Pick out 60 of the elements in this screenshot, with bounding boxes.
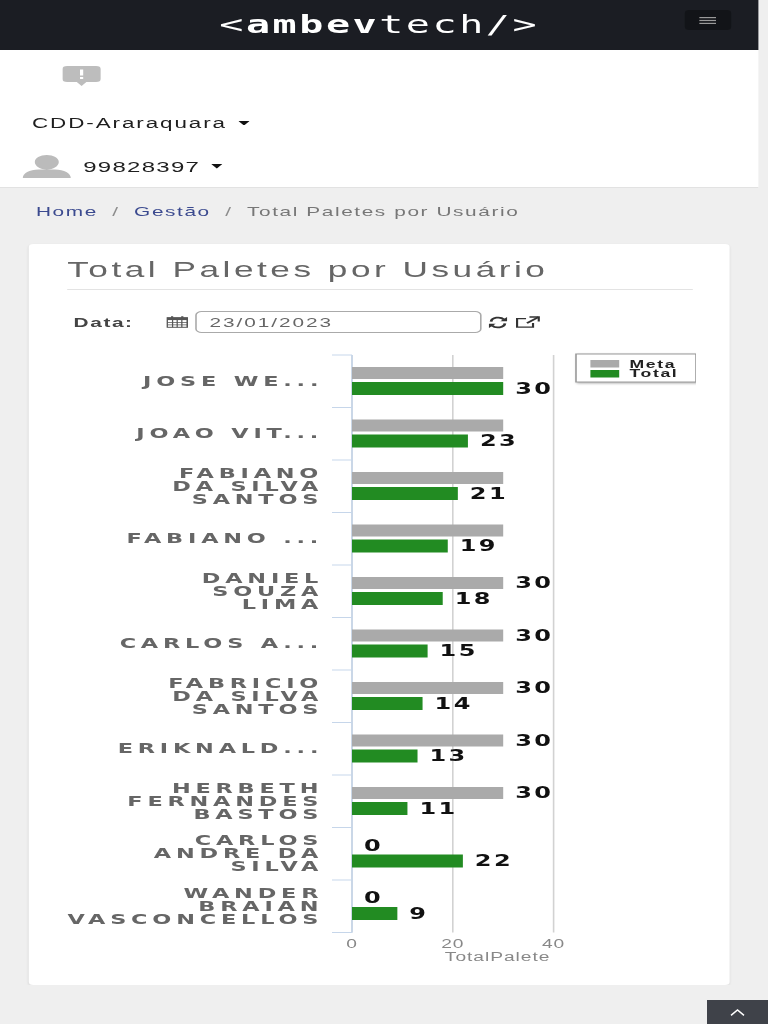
category-label: JOSE WE... — [143, 374, 324, 388]
breadcrumb-link[interactable]: Home — [36, 204, 98, 220]
value-label: 9 — [409, 904, 429, 923]
category-label: FABIANO ... — [126, 532, 324, 546]
category-label: FABIANO DA SILVA SANTOS — [172, 466, 324, 506]
axis-tick-label: 20 — [441, 937, 465, 951]
axis-tick-label: 0 — [346, 937, 358, 951]
date-field[interactable]: 23/01/2023 — [195, 311, 482, 333]
category-label: CARLOS A... — [119, 637, 324, 651]
value-label: 21 — [469, 484, 509, 503]
category-label: DANIEL SOUZA LIMA — [201, 571, 324, 611]
user-silhouette-icon — [20, 155, 72, 178]
menu-button[interactable] — [684, 10, 732, 30]
axis-title: TotalPalete — [444, 950, 551, 964]
axis-tick-label: 40 — [542, 937, 566, 951]
value-label: 23 — [479, 432, 519, 450]
category-label: FABRICIO DA SILVA SANTOS — [168, 676, 324, 716]
caret-icon — [211, 164, 223, 169]
value-label: 15 — [439, 642, 478, 660]
value-label: 18 — [454, 589, 493, 608]
total-bar — [352, 749, 418, 763]
menu-icon — [699, 16, 716, 24]
value-label: 19 — [459, 537, 498, 555]
value-label: 0 — [364, 889, 384, 907]
value-label: 30 — [515, 784, 554, 802]
value-label: 13 — [429, 747, 468, 765]
refresh-icon[interactable] — [488, 315, 508, 329]
value-label: 30 — [515, 731, 554, 750]
legend-label: Meta — [629, 357, 677, 370]
breadcrumb-current: Total Paletes por Usuário — [247, 204, 520, 220]
category-label: JOAO VIT... — [136, 427, 324, 441]
external-link-icon[interactable] — [515, 316, 540, 328]
location-dropdown[interactable]: CDD-Araraquara — [32, 113, 250, 133]
category-label: WANDER BRAIAN VASCONCELLOS — [67, 886, 324, 926]
value-label: 30 — [515, 574, 554, 592]
chevron-up-icon — [730, 1008, 745, 1016]
date-label: Data: — [73, 314, 135, 330]
legend-label: Total — [629, 367, 679, 380]
category-label: CARLOS ANDRE DA SILVA — [153, 834, 324, 874]
category-label: HERBETH FERNANDES BASTOS — [127, 781, 324, 821]
total-bar — [352, 697, 423, 710]
breadcrumb-separator: / — [224, 204, 234, 220]
value-label: 30 — [515, 626, 554, 645]
value-label: 11 — [419, 799, 458, 818]
value-label: 0 — [364, 836, 384, 855]
category-label: ERIKNALD... — [117, 742, 324, 756]
total-bar — [352, 907, 398, 920]
value-label: 30 — [515, 379, 554, 398]
back-to-top-button[interactable] — [707, 1000, 768, 1024]
value-label: 22 — [474, 852, 514, 870]
value-label: 30 — [515, 679, 554, 697]
caret-icon — [238, 120, 250, 126]
panel-title: Total Paletes por Usuário — [67, 257, 550, 283]
value-label: 14 — [434, 694, 473, 713]
breadcrumb-separator: / — [111, 204, 121, 220]
calendar-icon[interactable] — [166, 316, 188, 328]
logo[interactable]: <ambevtech/> — [219, 11, 540, 39]
user-dropdown[interactable]: 99828397 — [83, 158, 223, 175]
total-bar — [352, 802, 408, 815]
breadcrumb-link[interactable]: Gestão — [134, 204, 211, 220]
